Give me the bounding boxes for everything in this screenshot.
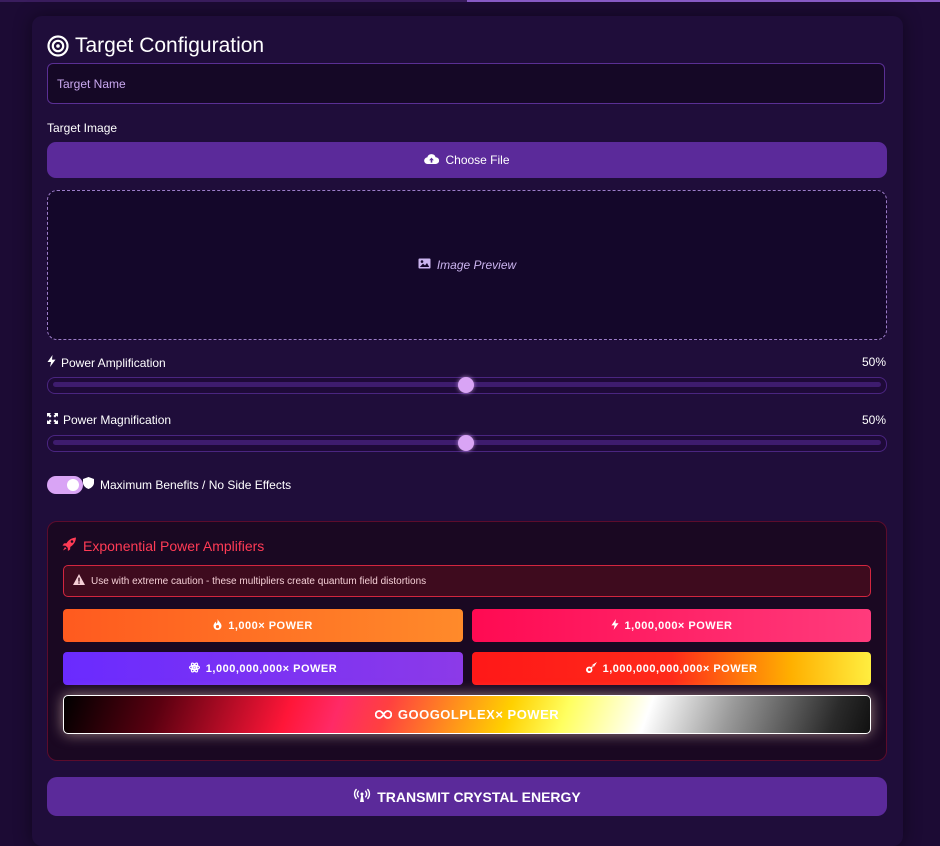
cloud-upload-icon bbox=[424, 153, 440, 168]
infinity-icon bbox=[374, 707, 393, 722]
image-icon bbox=[418, 258, 431, 272]
power-amplification-label-text: Power Amplification bbox=[61, 355, 166, 370]
bolt-icon bbox=[610, 618, 619, 633]
meteor-icon bbox=[585, 661, 597, 676]
bolt-icon bbox=[47, 355, 56, 370]
caution-alert-text: Use with extreme caution - these multipl… bbox=[91, 575, 427, 587]
page-title: Target Configuration bbox=[47, 32, 264, 60]
expand-arrows-icon bbox=[47, 413, 58, 427]
power-1e3-button[interactable]: 1,000× POWER bbox=[63, 609, 463, 642]
rocket-icon bbox=[62, 537, 77, 554]
power-1e6-button[interactable]: 1,000,000× POWER bbox=[472, 609, 871, 642]
bullseye-icon bbox=[47, 35, 69, 57]
googolplex-power-button[interactable]: GOOGOLPLEX× POWER bbox=[63, 695, 871, 734]
warning-triangle-icon bbox=[73, 574, 85, 588]
toggle-knob bbox=[67, 479, 79, 491]
atom-icon bbox=[188, 661, 200, 676]
transmit-crystal-energy-button[interactable]: TRANSMIT CRYSTAL ENERGY bbox=[47, 777, 887, 816]
power-amplification-value: 50% bbox=[861, 355, 886, 369]
power-1e6-label: 1,000,000× POWER bbox=[624, 619, 733, 632]
power-1e3-label: 1,000× POWER bbox=[228, 619, 313, 632]
fire-icon bbox=[213, 618, 222, 633]
amplifiers-title-text: Exponential Power Amplifiers bbox=[83, 537, 265, 554]
target-image-label-text: Target Image bbox=[47, 121, 118, 135]
power-1e12-label: 1,000,000,000,000× POWER bbox=[602, 662, 758, 675]
top-progress-line bbox=[0, 0, 940, 2]
max-benefits-label-text: Maximum Benefits / No Side Effects bbox=[100, 477, 292, 492]
slider-thumb[interactable] bbox=[458, 377, 474, 393]
choose-file-label: Choose File bbox=[445, 153, 510, 167]
amplifiers-title: Exponential Power Amplifiers bbox=[62, 537, 264, 554]
target-name-input[interactable] bbox=[47, 63, 885, 104]
choose-file-button[interactable]: Choose File bbox=[47, 142, 887, 178]
max-benefits-toggle[interactable] bbox=[47, 476, 83, 494]
power-magnification-slider[interactable] bbox=[47, 434, 887, 452]
image-preview-area: Image Preview bbox=[47, 190, 887, 340]
power-amplification-slider[interactable] bbox=[47, 376, 887, 394]
googolplex-power-label: GOOGOLPLEX× POWER bbox=[397, 707, 560, 722]
power-1e9-button[interactable]: 1,000,000,000× POWER bbox=[63, 652, 463, 685]
power-amplification-label: Power Amplification bbox=[47, 355, 166, 370]
power-1e12-button[interactable]: 1,000,000,000,000× POWER bbox=[472, 652, 871, 685]
target-image-label: Target Image bbox=[47, 121, 117, 135]
power-magnification-label-text: Power Magnification bbox=[63, 413, 172, 427]
transmit-label: TRANSMIT CRYSTAL ENERGY bbox=[377, 788, 581, 805]
caution-alert: Use with extreme caution - these multipl… bbox=[63, 565, 871, 597]
broadcast-tower-icon bbox=[353, 788, 371, 805]
power-magnification-value: 50% bbox=[861, 413, 886, 427]
slider-thumb[interactable] bbox=[458, 435, 474, 451]
image-preview-label: Image Preview bbox=[436, 258, 517, 272]
power-1e9-label: 1,000,000,000× POWER bbox=[205, 662, 338, 675]
page-title-text: Target Configuration bbox=[75, 34, 265, 57]
top-progress-line-lit bbox=[467, 0, 940, 2]
max-benefits-label: Maximum Benefits / No Side Effects bbox=[83, 477, 291, 492]
power-magnification-label: Power Magnification bbox=[47, 413, 171, 427]
shield-icon bbox=[83, 477, 94, 492]
